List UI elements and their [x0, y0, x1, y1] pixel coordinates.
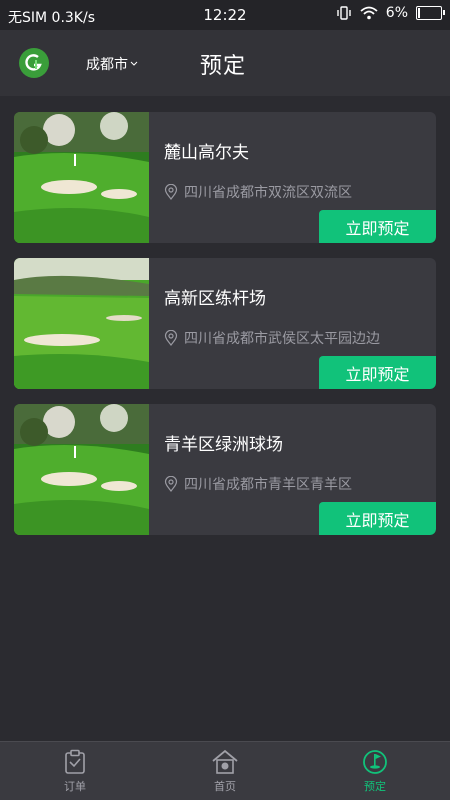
book-now-button[interactable]: 立即预定: [319, 356, 436, 389]
course-photo: [14, 258, 149, 389]
city-label: 成都市: [86, 57, 128, 73]
chevron-down-icon: [130, 61, 138, 66]
course-list: 麓山高尔夫 四川省成都市双流区双流区 立即预定 高新区练杆场 四川省成都市武侯区…: [14, 112, 436, 550]
course-photo: [14, 112, 149, 243]
tab-home[interactable]: 首页: [150, 742, 300, 800]
address-text: 四川省成都市青羊区青羊区: [184, 477, 352, 493]
address-text: 四川省成都市武侯区太平园边边: [184, 331, 380, 347]
course-address: 四川省成都市双流区双流区: [164, 182, 352, 202]
tab-booking[interactable]: 预定: [300, 742, 450, 800]
top-header: 成都市 预定: [0, 30, 450, 96]
wifi-icon: [360, 6, 378, 20]
app-logo: [19, 48, 49, 78]
course-name: 高新区练杆场: [164, 289, 266, 309]
course-address: 四川省成都市武侯区太平园边边: [164, 328, 380, 348]
course-address: 四川省成都市青羊区青羊区: [164, 474, 352, 494]
address-text: 四川省成都市双流区双流区: [184, 185, 352, 201]
golf-booking-icon: [363, 750, 387, 774]
tab-label: 订单: [64, 780, 86, 793]
status-indicators: 6%: [336, 5, 445, 21]
course-card[interactable]: 高新区练杆场 四川省成都市武侯区太平园边边 立即预定: [14, 258, 436, 389]
location-pin-icon: [164, 184, 178, 200]
location-pin-icon: [164, 476, 178, 492]
bottom-tab-bar: 订单 首页 预定: [0, 741, 450, 800]
vibrate-icon: [337, 6, 351, 20]
course-card[interactable]: 麓山高尔夫 四川省成都市双流区双流区 立即预定: [14, 112, 436, 243]
clipboard-icon: [65, 749, 85, 774]
course-name: 青羊区绿洲球场: [164, 435, 283, 455]
book-now-button[interactable]: 立即预定: [319, 502, 436, 535]
home-icon: [212, 749, 238, 774]
tab-orders[interactable]: 订单: [0, 742, 150, 800]
tab-label: 首页: [214, 780, 236, 793]
tab-label: 预定: [364, 780, 386, 793]
location-pin-icon: [164, 330, 178, 346]
battery-percent: 6%: [385, 5, 408, 21]
course-photo: [14, 404, 149, 535]
city-selector[interactable]: 成都市: [86, 54, 138, 74]
book-now-button[interactable]: 立即预定: [319, 210, 436, 243]
course-name: 麓山高尔夫: [164, 143, 249, 163]
golf-logo-icon: [25, 54, 42, 71]
page-title: 预定: [200, 54, 247, 79]
status-bar: 无SIM 0.3K/s 12:22 6%: [0, 0, 450, 30]
battery-icon: [416, 6, 445, 20]
course-card[interactable]: 青羊区绿洲球场 四川省成都市青羊区青羊区 立即预定: [14, 404, 436, 535]
